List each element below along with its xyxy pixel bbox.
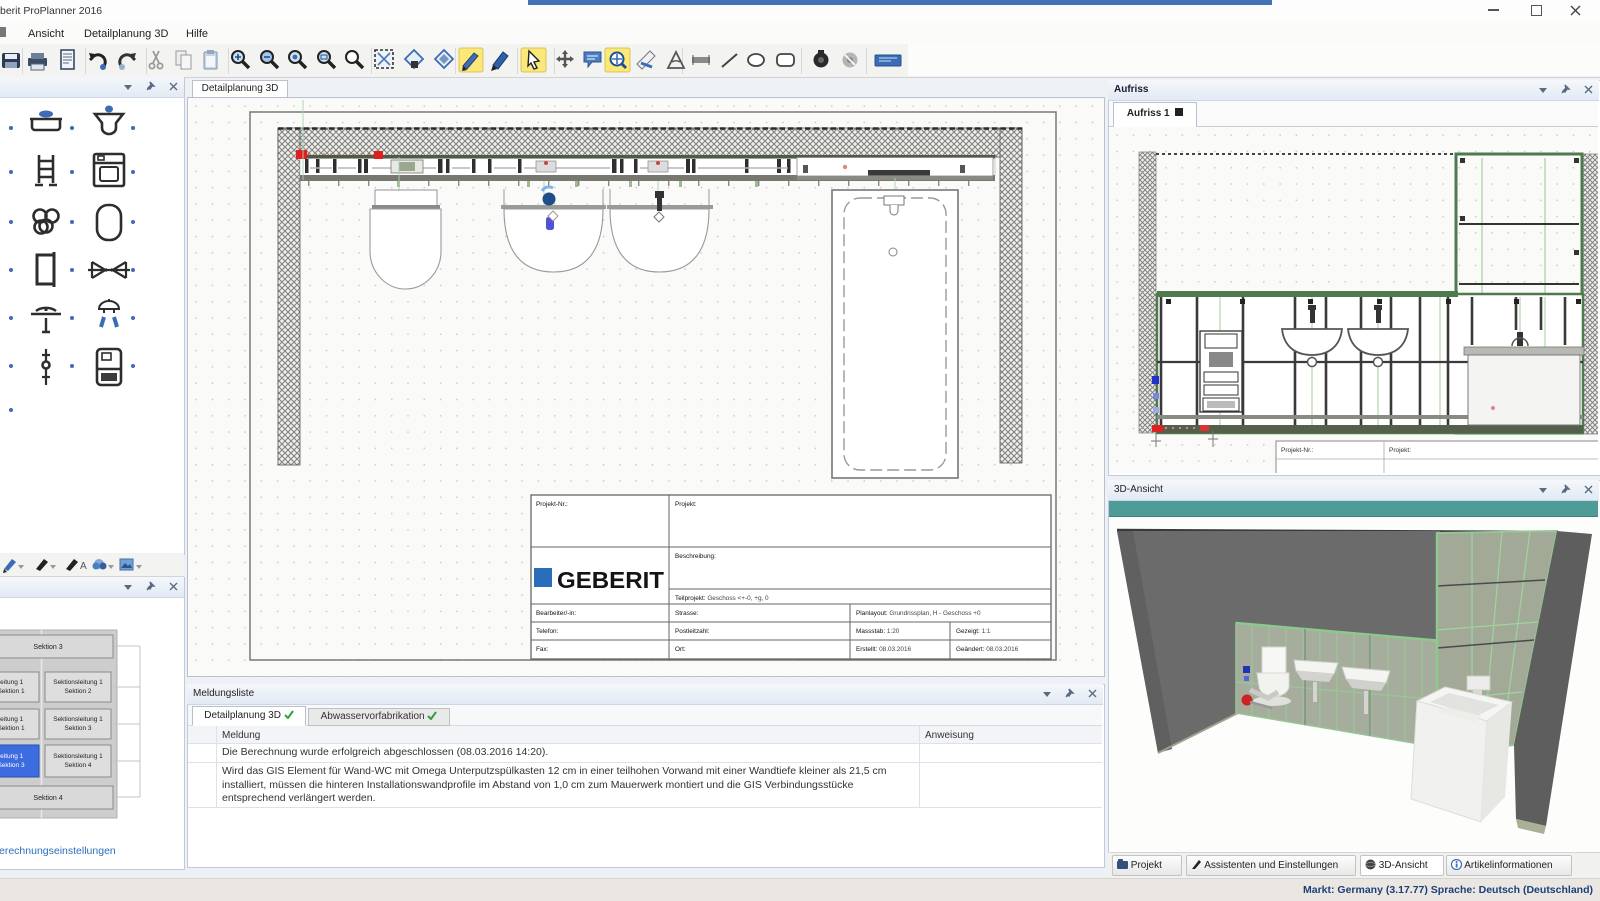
svg-text:A: A [80,561,87,572]
svg-text:Sektion 4: Sektion 4 [64,762,91,769]
svg-text:Telefon:: Telefon: [536,628,559,635]
svg-text:Sektion 3: Sektion 3 [33,644,62,651]
svg-text:Planlayout: Grundrissplan, H: Planlayout: Grundrissplan, H - Geschoss … [856,610,981,617]
svg-text:Sektion 2: Sektion 2 [64,688,91,695]
svg-text:Ort:: Ort: [675,646,686,653]
svg-text:Gezeigt: 1:1: Gezeigt: 1:1 [956,628,991,635]
svg-text:Erstellt: 08.03.2016: Erstellt: 08.03.2016 [856,646,912,653]
svg-text:Sektionsleitung 1: Sektionsleitung 1 [53,679,103,686]
svg-text:Postleitzahl:: Postleitzahl: [675,628,710,635]
svg-text:Projekt:: Projekt: [675,501,697,508]
svg-text:leitung 1: leitung 1 [0,716,24,723]
svg-text:Fax:: Fax: [536,646,549,653]
svg-text:Sektion 3: Sektion 3 [0,762,25,769]
svg-text:Sektionsleitung 1: Sektionsleitung 1 [53,753,103,760]
svg-text:Projekt:: Projekt: [1389,447,1411,454]
svg-text:Teilprojekt: Geschoss <+-0, +: Teilprojekt: Geschoss <+-0, +g, 0 [675,595,769,602]
svg-text:Sektion 1: Sektion 1 [0,725,25,732]
svg-text:Geändert: 08.03.2016: Geändert: 08.03.2016 [956,646,1019,653]
svg-text:Strasse:: Strasse: [675,610,699,617]
svg-text:Sektion 3: Sektion 3 [64,725,91,732]
svg-text:Beschreibung:: Beschreibung: [675,553,716,560]
svg-text:GEBERIT: GEBERIT [557,567,664,593]
svg-text:Sektionsleitung 1: Sektionsleitung 1 [53,716,103,723]
svg-text:leitung 1: leitung 1 [0,679,24,686]
svg-text:Bearbeiter/-in:: Bearbeiter/-in: [536,610,576,617]
svg-text:leitung 1: leitung 1 [0,753,24,760]
svg-text:Sektion 1: Sektion 1 [0,688,25,695]
svg-text:Projekt-Nr.:: Projekt-Nr.: [536,501,568,508]
svg-text:Sektion 4: Sektion 4 [33,795,62,802]
svg-text:Massstab: 1:20: Massstab: 1:20 [856,628,900,635]
svg-text:Projekt-Nr.:: Projekt-Nr.: [1281,447,1314,454]
